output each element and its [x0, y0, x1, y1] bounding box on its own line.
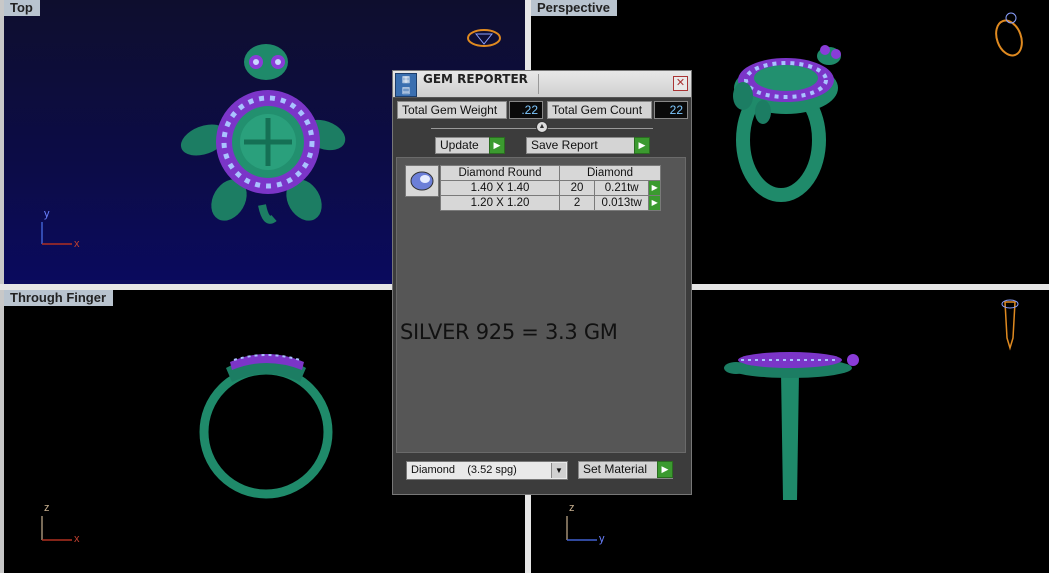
- play-icon: ▶: [657, 461, 673, 478]
- cell-size: 1.20 X 1.20: [440, 195, 560, 211]
- header-material: Diamond: [559, 165, 661, 181]
- save-report-button[interactable]: Save Report ▶: [526, 137, 650, 154]
- axis-label-x: x: [74, 238, 80, 250]
- header-shape: Diamond Round: [440, 165, 560, 181]
- material-select[interactable]: Diamond (3.52 spg) ▼: [406, 461, 568, 480]
- report-panel: Diamond Round Diamond 1.40 X 1.40 20 0.2…: [396, 157, 686, 453]
- table-row: 1.40 X 1.40 20 0.21tw ▶: [440, 180, 661, 196]
- row-play-icon[interactable]: ▶: [648, 195, 661, 211]
- viewport-label-perspective: Perspective: [531, 0, 617, 16]
- table-header-row: Diamond Round Diamond: [440, 165, 661, 181]
- viewport-label-through-finger: Through Finger: [4, 290, 114, 306]
- update-button-label: Update: [440, 138, 479, 152]
- cell-count: 20: [558, 180, 596, 196]
- table-row: 1.20 X 1.20 2 0.013tw ▶: [440, 195, 661, 211]
- cell-weight: 0.21tw: [594, 180, 650, 196]
- close-button[interactable]: ✕: [673, 76, 688, 91]
- row-play-icon[interactable]: ▶: [648, 180, 661, 196]
- total-gem-count-label: Total Gem Count: [547, 101, 652, 119]
- gem-reporter-app-icon: ▦ ▤: [395, 73, 417, 97]
- gem-table: Diamond Round Diamond 1.40 X 1.40 20 0.2…: [440, 165, 661, 211]
- play-icon: ▶: [634, 137, 650, 154]
- round-diamond-icon: [405, 165, 439, 197]
- update-button[interactable]: Update ▶: [435, 137, 505, 154]
- cell-size: 1.40 X 1.40: [440, 180, 560, 196]
- cell-weight: 0.013tw: [594, 195, 650, 211]
- axis-label-y: y: [44, 208, 50, 220]
- titlebar-separator: [538, 74, 539, 94]
- play-icon: ▶: [489, 137, 505, 154]
- dialog-title: GEM REPORTER: [423, 72, 528, 86]
- dialog-titlebar[interactable]: ▦ ▤ GEM REPORTER ✕: [393, 71, 691, 98]
- axis-label-y: y: [599, 533, 605, 545]
- axis-label-x: x: [74, 533, 80, 545]
- collapse-toggle-button[interactable]: ▲: [536, 121, 548, 133]
- material-select-value: Diamond (3.52 spg): [411, 464, 517, 476]
- chevron-down-icon: ▼: [551, 463, 566, 478]
- silver-weight-note: SILVER 925 = 3.3 GM: [400, 320, 618, 344]
- viewport-label-top: Top: [4, 0, 40, 16]
- total-gem-weight-value: .22: [509, 101, 543, 119]
- total-gem-count-value: 22: [654, 101, 688, 119]
- set-material-button-label: Set Material: [583, 462, 648, 476]
- cell-count: 2: [558, 195, 596, 211]
- set-material-button[interactable]: Set Material ▶: [578, 461, 673, 479]
- save-report-button-label: Save Report: [531, 138, 598, 152]
- axis-label-z: z: [569, 502, 575, 514]
- gem-reporter-dialog: ▦ ▤ GEM REPORTER ✕ Total Gem Weight .22 T…: [392, 70, 692, 495]
- total-gem-weight-label: Total Gem Weight: [397, 101, 507, 119]
- axis-label-z: z: [44, 502, 50, 514]
